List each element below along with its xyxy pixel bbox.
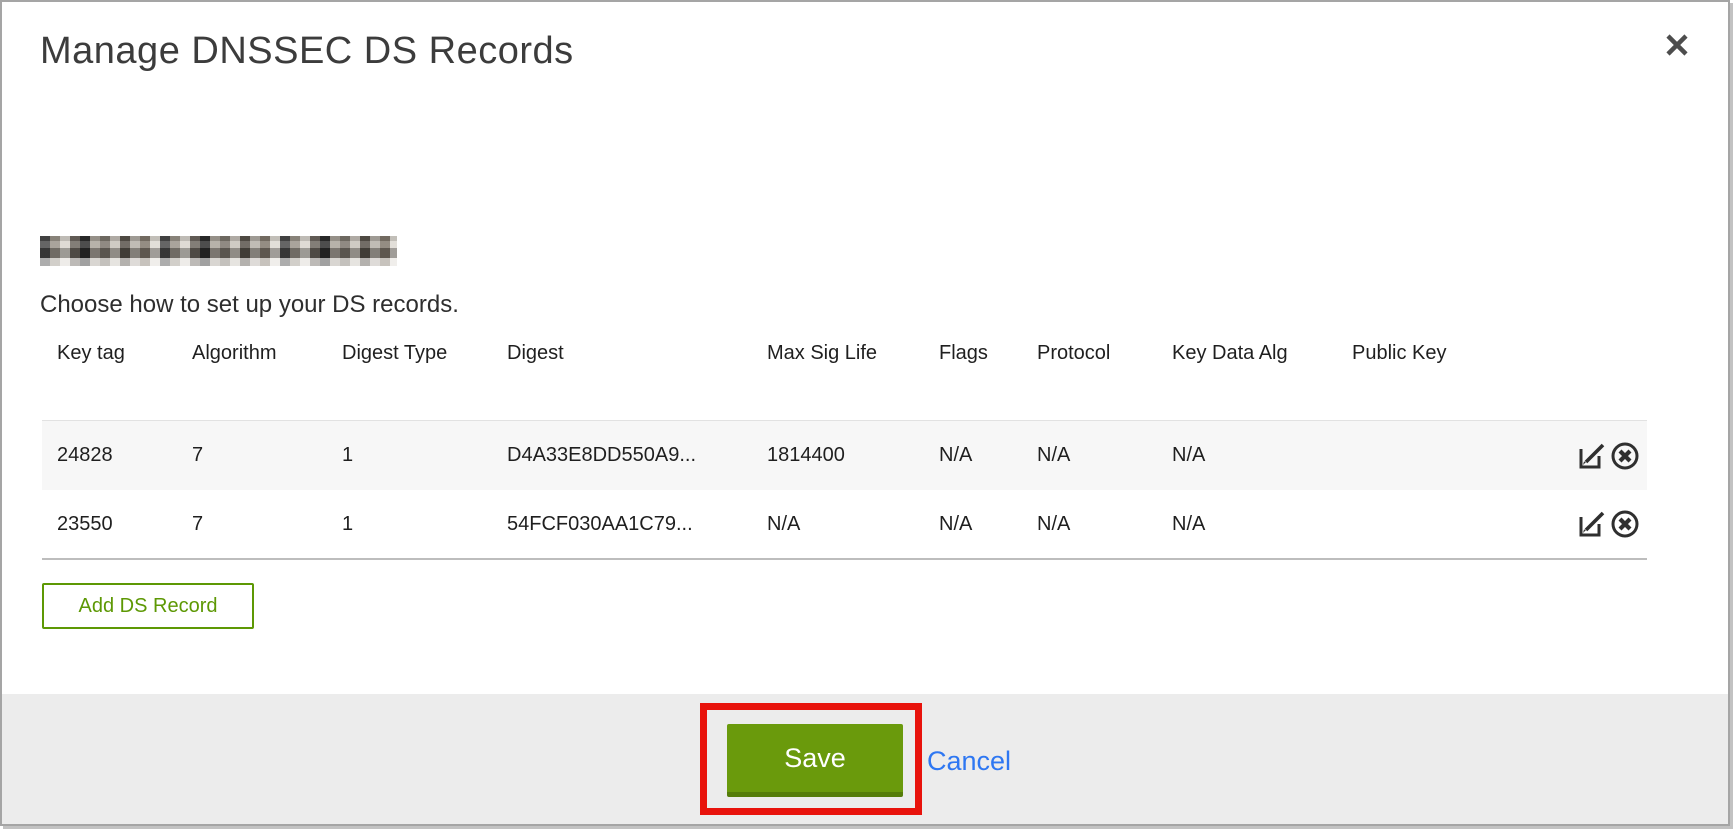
close-icon: [1660, 28, 1694, 62]
cell-flags: N/A: [939, 444, 1037, 467]
dialog-subtitle: Choose how to set up your DS records.: [40, 291, 459, 319]
manage-dnssec-dialog: Manage DNSSEC DS Records Choose how to s…: [0, 0, 1730, 826]
cell-flags: N/A: [939, 513, 1037, 536]
cell-protocol: N/A: [1037, 444, 1172, 467]
cell-max-sig-life: 1814400: [767, 444, 939, 467]
save-highlight-annotation: Save: [700, 703, 922, 815]
header-public-key: Public Key: [1352, 342, 1512, 365]
header-digest: Digest: [507, 342, 767, 365]
domain-name-redacted: [40, 236, 397, 266]
table-row: 23550 7 1 54FCF030AA1C79... N/A N/A N/A …: [42, 490, 1647, 560]
header-max-sig-life: Max Sig Life: [767, 342, 939, 365]
table-header-row: Key tag Algorithm Digest Type Digest Max…: [42, 336, 1647, 420]
header-algorithm: Algorithm: [192, 342, 342, 365]
close-button[interactable]: [1660, 28, 1694, 62]
delete-record-icon[interactable]: [1609, 508, 1641, 540]
add-ds-record-button[interactable]: Add DS Record: [42, 583, 254, 629]
header-protocol: Protocol: [1037, 342, 1172, 365]
cell-protocol: N/A: [1037, 513, 1172, 536]
cell-digest-type: 1: [342, 444, 507, 467]
edit-record-icon[interactable]: [1575, 508, 1607, 540]
cell-digest: 54FCF030AA1C79...: [507, 513, 767, 536]
cell-algorithm: 7: [192, 444, 342, 467]
header-digest-type: Digest Type: [342, 342, 507, 365]
cell-key-tag: 23550: [57, 513, 192, 536]
cell-digest-type: 1: [342, 513, 507, 536]
cell-key-data-alg: N/A: [1172, 513, 1352, 536]
save-button[interactable]: Save: [727, 724, 903, 797]
table-row: 24828 7 1 D4A33E8DD550A9... 1814400 N/A …: [42, 420, 1647, 490]
cell-key-tag: 24828: [57, 444, 192, 467]
delete-record-icon[interactable]: [1609, 440, 1641, 472]
header-key-tag: Key tag: [57, 342, 192, 365]
cell-digest: D4A33E8DD550A9...: [507, 444, 767, 467]
ds-records-table: Key tag Algorithm Digest Type Digest Max…: [42, 336, 1647, 560]
header-key-data-alg: Key Data Alg: [1172, 342, 1352, 365]
cell-max-sig-life: N/A: [767, 513, 939, 536]
cell-algorithm: 7: [192, 513, 342, 536]
dialog-title: Manage DNSSEC DS Records: [40, 30, 574, 73]
cancel-link[interactable]: Cancel: [927, 746, 1011, 777]
edit-record-icon[interactable]: [1575, 440, 1607, 472]
cell-key-data-alg: N/A: [1172, 444, 1352, 467]
header-flags: Flags: [939, 342, 1037, 365]
